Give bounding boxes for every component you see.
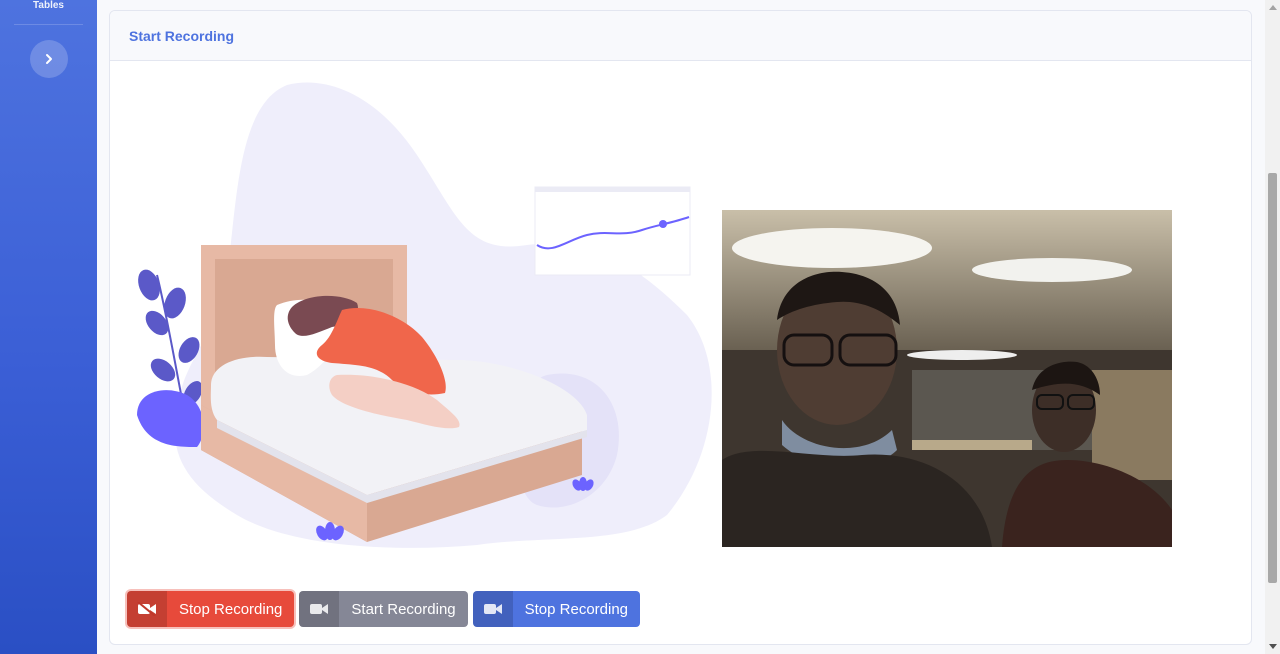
recording-card: Start Recording Stop Recording Start Rec…: [109, 10, 1252, 645]
stop-recording-label: Stop Recording: [179, 600, 283, 618]
video-camera-icon: [299, 591, 340, 627]
sleeping-person-illustration: [137, 82, 712, 548]
recording-controls: Stop Recording Start Recording Stop Reco…: [127, 591, 641, 627]
stop-recording-button[interactable]: Stop Recording: [127, 591, 295, 627]
card-title: Start Recording: [129, 27, 235, 44]
camera-feed: [722, 210, 1172, 547]
sidebar-toggle-button[interactable]: [30, 40, 68, 78]
start-recording-label: Start Recording: [351, 600, 456, 618]
start-recording-button[interactable]: Start Recording: [299, 591, 468, 627]
scroll-down-arrow-icon[interactable]: [1265, 640, 1280, 654]
page-scrollbar[interactable]: [1265, 0, 1280, 654]
stop-recording-primary-button[interactable]: Stop Recording: [472, 591, 641, 627]
sidebar-item-tables[interactable]: Tables: [0, 0, 97, 12]
video-camera-icon: [472, 591, 513, 627]
video-off-icon: [127, 591, 167, 627]
sidebar-divider: [14, 24, 83, 25]
stop-recording-primary-label: Stop Recording: [524, 600, 629, 618]
card-header: Start Recording: [110, 11, 1251, 61]
sidebar: Tables: [0, 0, 97, 654]
chevron-right-icon: [46, 54, 52, 64]
scrollbar-thumb[interactable]: [1268, 173, 1277, 583]
scroll-up-arrow-icon[interactable]: [1265, 0, 1280, 14]
